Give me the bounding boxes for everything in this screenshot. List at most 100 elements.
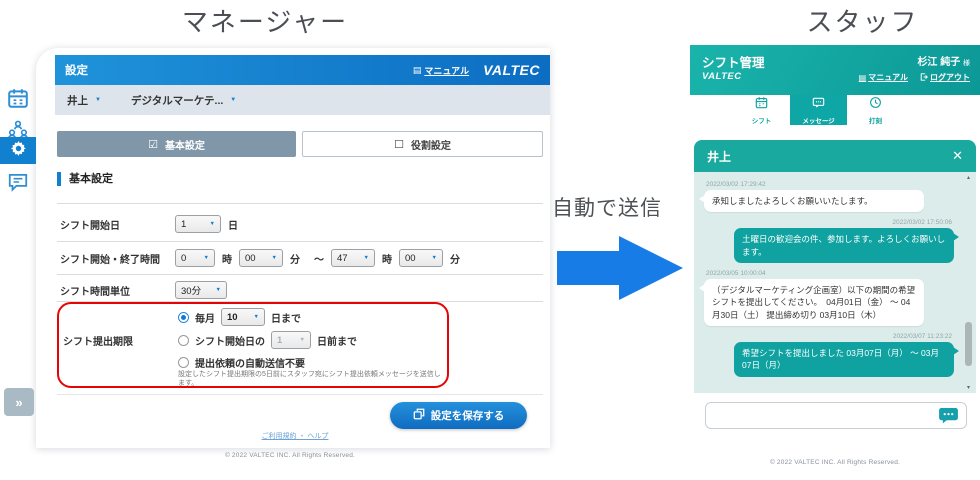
calendar-icon — [7, 89, 29, 113]
chat-message: 2022/03/07 11:23:22 希望シフトを提出しました 03月07日（… — [734, 330, 959, 381]
divider — [57, 274, 543, 275]
minute-unit: 分 — [290, 254, 300, 266]
start-day-unit: 日 — [228, 220, 238, 232]
start-hour-select[interactable]: 0 ▼ — [175, 249, 215, 267]
sidebar-expand-button[interactable]: » — [4, 388, 34, 416]
time-unit-label: シフト時間単位 — [60, 286, 130, 298]
deadline-label: シフト提出期限 — [63, 337, 133, 348]
chat-message-list[interactable]: 2022/03/02 17:29:42 承知しましたよろしくお願いいたします。 … — [694, 172, 976, 393]
staff-caption: スタッフ — [806, 7, 919, 37]
sidebar-item-settings[interactable] — [0, 137, 36, 164]
manual-link[interactable]: ▤ マニュアル — [413, 64, 469, 77]
sidebar-item-shift[interactable] — [7, 87, 29, 109]
radio-selected[interactable] — [178, 311, 189, 323]
before-prefix: シフト開始日の — [195, 336, 265, 348]
logout-link[interactable]: ログアウト — [920, 72, 970, 83]
chat-message: 2022/03/05 10:00:04 （デジタルマーケティング企画室）以下の期… — [699, 267, 958, 330]
divider — [57, 241, 543, 242]
tab-role-label: 役割設定 — [410, 140, 451, 152]
message-input-bar — [705, 402, 967, 429]
chevron-right-double-icon: » — [15, 394, 23, 410]
minute-unit: 分 — [450, 254, 460, 266]
logged-in-user: 杉江 純子 様 — [917, 53, 970, 68]
manager-toolbar: 井上 ▼ デジタルマーケテ... ▼ — [55, 85, 550, 115]
department-select[interactable]: デジタルマーケテ... ▼ — [131, 93, 236, 108]
monthly-day-value: 10 — [227, 311, 238, 323]
unchecked-checkbox-icon: ☐ — [394, 138, 404, 151]
chat-bubble-sent: 土曜日の歓迎会の件、参加します。よろしくお願いします。 — [734, 228, 959, 263]
message-input[interactable] — [712, 405, 927, 425]
chat-timestamp: 2022/03/02 17:50:06 — [892, 219, 952, 227]
scroll-down-icon[interactable]: ▾ — [964, 384, 973, 391]
manager-header: 設定 ▤ マニュアル VALTEC — [55, 55, 550, 85]
tab-punch[interactable]: 打刻 — [847, 95, 904, 125]
staff-copyright: © 2022 VALTEC INC. All Rights Reserved. — [769, 459, 901, 466]
manual-link-label: マニュアル — [424, 65, 470, 76]
monthly-prefix: 毎月 — [195, 313, 215, 325]
start-day-value: 1 — [181, 218, 187, 230]
tab-message-label: メッセージ — [802, 117, 835, 125]
logout-link-label: ログアウト — [930, 73, 970, 82]
chat-scrollbar[interactable]: ▴ ▾ — [964, 174, 973, 391]
clock-icon — [869, 96, 882, 114]
tab-punch-label: 打刻 — [869, 117, 882, 125]
tab-basic-settings[interactable]: ☑ 基本設定 — [57, 131, 296, 157]
user-name: 杉江 純子 — [917, 57, 961, 68]
section-title: 基本設定 — [57, 172, 113, 186]
save-button-label: 設定を保存する — [430, 410, 505, 422]
hour-unit: 時 — [222, 254, 232, 266]
chevron-down-icon: ▼ — [215, 287, 221, 293]
chat-timestamp: 2022/03/05 10:00:04 — [706, 269, 766, 277]
tab-shift[interactable]: シフト — [733, 95, 790, 125]
manager-caption: マネージャー — [181, 7, 349, 37]
start-minute-value: 00 — [245, 252, 256, 264]
manual-link-label: マニュアル — [868, 73, 908, 82]
time-range-label: シフト開始・終了時間 — [60, 254, 160, 266]
sidebar-item-message[interactable] — [7, 171, 29, 193]
end-minute-select[interactable]: 00 ▼ — [399, 249, 443, 267]
chat-bubble-sent: 希望シフトを提出しました 03月07日（月） ～ 03月07日（月） — [734, 341, 959, 377]
arrow-right-icon — [557, 236, 683, 305]
chevron-down-icon: ▼ — [431, 255, 437, 261]
chevron-down-icon: ▼ — [209, 221, 215, 227]
chat-bubble-received: 承知しましたよろしくお願いいたします。 — [699, 190, 924, 213]
before-day-select-disabled[interactable]: 1 ▼ — [271, 331, 311, 349]
logout-icon — [920, 72, 928, 83]
staff-app-title: シフト管理 — [702, 56, 765, 70]
chat-timestamp: 2022/03/07 11:23:22 — [892, 332, 952, 340]
chevron-down-icon: ▼ — [271, 255, 277, 261]
chevron-down-icon: ▼ — [299, 337, 305, 343]
radio-unselected[interactable] — [178, 357, 189, 368]
radio-unselected[interactable] — [178, 334, 189, 346]
manual-link[interactable]: ▤ マニュアル — [859, 72, 908, 83]
monthly-day-select[interactable]: 10 ▼ — [221, 308, 265, 326]
user-honorific: 様 — [963, 60, 970, 67]
time-unit-select[interactable]: 30分 ▼ — [175, 281, 227, 299]
gear-icon — [10, 140, 27, 162]
tab-message[interactable]: メッセージ — [790, 95, 847, 125]
end-hour-value: 47 — [337, 252, 348, 264]
chat-bubble-received: （デジタルマーケティング企画室）以下の期間の希望シフトを提出してください。 04… — [699, 278, 924, 326]
start-day-select[interactable]: 1 ▼ — [175, 215, 221, 233]
deadline-option-before-start: シフト開始日の 1 ▼ 日前まで — [178, 331, 357, 349]
save-settings-button[interactable]: 設定を保存する — [390, 402, 527, 429]
footer-links[interactable]: ご利用規約 ・ ヘルプ — [205, 431, 385, 441]
close-icon[interactable]: ✕ — [952, 148, 963, 164]
tab-role-settings[interactable]: ☐ 役割設定 — [302, 131, 543, 157]
scrollbar-thumb[interactable] — [965, 322, 972, 366]
chat-message: 2022/03/02 17:29:42 承知しましたよろしくお願いいたします。 — [699, 178, 958, 216]
divider — [57, 394, 543, 395]
staff-tabbar: シフト メッセージ 打刻 — [690, 95, 980, 125]
user-select-value: 井上 — [67, 94, 88, 107]
save-icon — [413, 408, 425, 423]
auto-send-label: 自動で送信 — [552, 197, 662, 220]
scroll-up-icon[interactable]: ▴ — [964, 174, 973, 181]
start-minute-select[interactable]: 00 ▼ — [239, 249, 283, 267]
send-message-icon[interactable] — [939, 408, 958, 424]
book-icon: ▤ — [412, 64, 422, 75]
deadline-note: 設定したシフト提出期限の5日前にスタッフ宛にシフト提出依頼メッセージを送信します… — [178, 371, 441, 388]
before-suffix: 日前まで — [317, 336, 357, 348]
end-hour-select[interactable]: 47 ▼ — [331, 249, 375, 267]
user-select[interactable]: 井上 ▼ — [67, 93, 101, 108]
deadline-option-monthly: 毎月 10 ▼ 日まで — [178, 308, 301, 326]
